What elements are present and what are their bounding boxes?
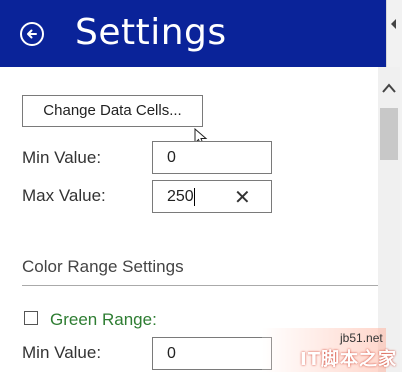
max-value-label: Max Value:	[22, 186, 106, 205]
text-caret	[193, 187, 195, 206]
green-min-value-input[interactable]: 0	[152, 337, 272, 370]
min-value-label: Min Value:	[22, 148, 102, 167]
watermark-text: IT脚本之家	[300, 349, 397, 370]
green-range-label: Green Range:	[50, 310, 157, 329]
back-button[interactable]	[20, 22, 44, 46]
green-min-value-label: Min Value:	[22, 343, 102, 362]
max-value-input[interactable]: 250	[152, 180, 272, 213]
max-value-text: 250	[167, 188, 194, 205]
scrollbar-thumb[interactable]	[380, 108, 398, 160]
page-title: Settings	[75, 12, 227, 53]
collapse-arrow-icon[interactable]	[390, 18, 398, 30]
min-value-input[interactable]: 0	[152, 141, 272, 174]
back-arrow-icon	[27, 29, 37, 39]
settings-header: Settings	[0, 0, 386, 67]
change-data-cells-button[interactable]: Change Data Cells...	[22, 95, 203, 127]
scroll-up-icon[interactable]	[381, 82, 397, 94]
color-range-section-title: Color Range Settings	[22, 257, 184, 276]
clear-input-icon[interactable]: ✕	[234, 185, 251, 210]
green-range-checkbox[interactable]	[24, 311, 38, 325]
watermark-site: jb51.net	[340, 331, 383, 345]
section-divider	[22, 285, 378, 286]
